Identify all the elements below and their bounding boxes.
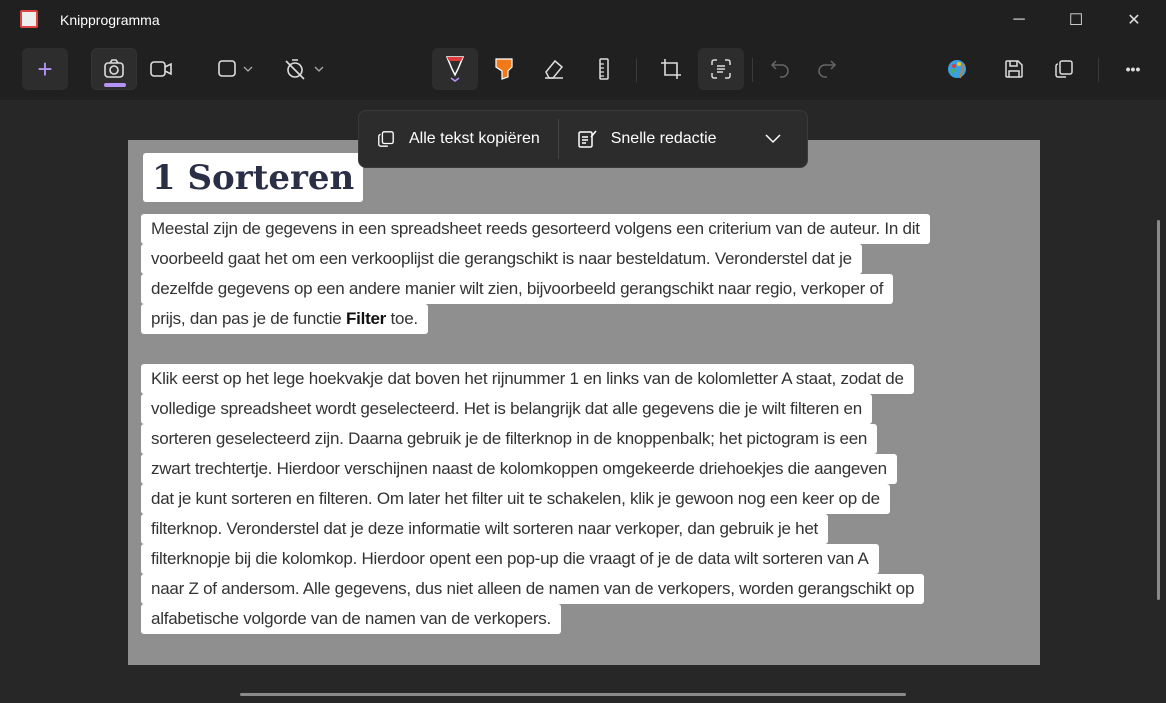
redo-button[interactable] xyxy=(803,48,849,90)
ruler-icon xyxy=(599,58,609,80)
paint-palette-icon xyxy=(948,60,966,79)
crop-button[interactable] xyxy=(648,48,694,90)
document-heading[interactable]: 1 Sorteren xyxy=(143,153,364,202)
highlighter-button[interactable] xyxy=(481,48,527,90)
toolbar-divider xyxy=(1098,58,1099,82)
snip-shape-dropdown[interactable] xyxy=(212,48,258,90)
redo-icon xyxy=(818,60,837,78)
redact-icon xyxy=(577,130,597,148)
timer-dropdown[interactable] xyxy=(282,48,328,90)
text-line[interactable]: dat je kunt sorteren en filteren. Om lat… xyxy=(141,484,890,514)
eraser-button[interactable] xyxy=(531,48,577,90)
rectangle-snip-icon xyxy=(218,60,253,77)
save-button[interactable] xyxy=(991,48,1037,90)
chevron-down-icon xyxy=(765,134,781,144)
bold-term: Filter xyxy=(345,309,387,328)
undo-button[interactable] xyxy=(758,48,804,90)
text-segment: toe. xyxy=(386,309,419,328)
text-line[interactable]: filterknopje bij die kolomkop. Hierdoor … xyxy=(141,544,879,574)
no-timer-icon xyxy=(285,59,324,80)
text-actions-button[interactable] xyxy=(698,48,744,90)
text-line[interactable]: alfabetische volgorde van de namen van d… xyxy=(141,604,561,634)
text-line[interactable]: filterknop. Veronderstel dat je deze inf… xyxy=(141,514,829,544)
save-icon xyxy=(1005,60,1023,78)
copy-icon xyxy=(378,131,394,147)
text-line[interactable]: prijs, dan pas je de functie Filter toe. xyxy=(141,304,428,334)
window-title: Knipprogramma xyxy=(60,12,160,28)
copy-all-text-label: Alle tekst kopiëren xyxy=(409,130,540,147)
video-mode-button[interactable] xyxy=(138,48,184,90)
eraser-icon xyxy=(545,59,564,79)
vertical-scrollbar[interactable] xyxy=(1157,220,1160,600)
redact-options-dropdown[interactable] xyxy=(735,111,803,167)
quick-redact-button[interactable]: Snelle redactie xyxy=(559,111,735,167)
video-camera-icon xyxy=(150,61,172,77)
more-options-button[interactable]: ••• xyxy=(1110,48,1156,90)
text-line[interactable]: naar Z of andersom. Alle gegevens, dus n… xyxy=(141,574,925,604)
ballpoint-pen-button[interactable] xyxy=(432,48,478,90)
text-segment: prijs, dan pas je de functie xyxy=(151,309,346,328)
close-button[interactable]: ✕ xyxy=(1111,6,1157,34)
camera-icon xyxy=(104,59,124,78)
minimize-button[interactable]: ─ xyxy=(996,6,1042,34)
toolbar: + ••• xyxy=(0,44,1166,98)
text-actions-popup: Alle tekst kopiëren Snelle redactie xyxy=(358,110,808,168)
text-actions-icon xyxy=(711,59,731,79)
toolbar-divider xyxy=(636,58,637,82)
app-icon xyxy=(20,10,38,28)
copy-all-text-button[interactable]: Alle tekst kopiëren xyxy=(359,111,558,167)
new-snip-button[interactable]: + xyxy=(22,48,68,90)
text-line[interactable]: dezelfde gegevens op een andere manier w… xyxy=(141,274,894,304)
pen-icon xyxy=(445,56,465,82)
text-line[interactable]: sorteren geselecteerd zijn. Daarna gebru… xyxy=(141,424,878,454)
text-line[interactable]: volledige spreadsheet wordt geselecteerd… xyxy=(141,394,872,424)
maximize-button[interactable]: ☐ xyxy=(1053,6,1099,34)
text-line[interactable]: zwart trechtertje. Hierdoor verschijnen … xyxy=(141,454,897,484)
title-bar: Knipprogramma ─ ☐ ✕ xyxy=(0,0,1166,40)
horizontal-scrollbar[interactable] xyxy=(240,693,906,696)
copy-icon xyxy=(1055,60,1073,78)
text-line[interactable]: Meestal zijn de gegevens in een spreadsh… xyxy=(141,214,930,244)
ruler-button[interactable] xyxy=(581,48,627,90)
text-line[interactable]: voorbeeld gaat het om een verkooplijst d… xyxy=(141,244,862,274)
toolbar-divider xyxy=(752,58,753,82)
open-in-paint-button[interactable] xyxy=(935,48,981,90)
highlighter-icon xyxy=(495,58,513,80)
undo-icon xyxy=(770,60,789,78)
screenshot-mode-button[interactable] xyxy=(91,48,137,90)
text-line[interactable]: Klik eerst op het lege hoekvakje dat bov… xyxy=(141,364,914,394)
quick-redact-label: Snelle redactie xyxy=(610,130,717,147)
crop-icon xyxy=(661,59,681,79)
active-indicator xyxy=(104,83,126,87)
copy-button[interactable] xyxy=(1041,48,1087,90)
